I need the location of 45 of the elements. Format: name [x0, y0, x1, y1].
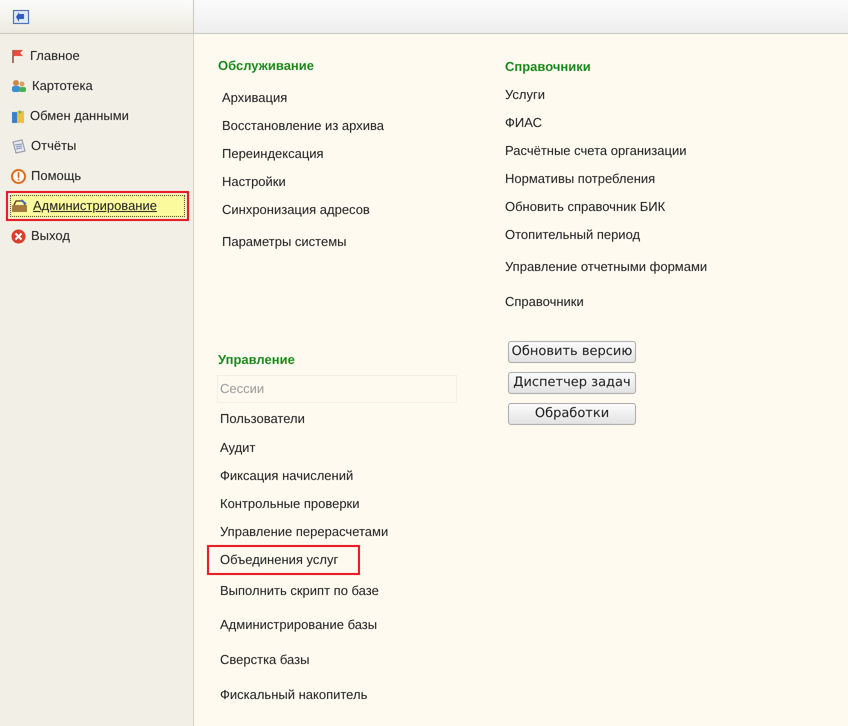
menu-link[interactable]: Фиксация начислений [220, 465, 354, 487]
sidebar-item[interactable]: Выход [9, 224, 186, 248]
menu-link[interactable]: Управление перерасчетами [220, 521, 388, 543]
section-title: Обслуживание [218, 57, 316, 75]
menu-link[interactable]: Выполнить скрипт по базе [220, 580, 379, 602]
info-icon [11, 168, 26, 184]
back-icon[interactable] [13, 10, 29, 24]
action-button[interactable]: Обработки [508, 403, 636, 425]
menu-link[interactable]: Пользователи [220, 408, 305, 430]
sidebar-item[interactable]: Обмен данными [9, 104, 186, 128]
menu-link[interactable]: Нормативы потребления [505, 168, 656, 190]
sidebar-item[interactable]: Отчёты [9, 134, 186, 158]
action-button[interactable]: Обновить версию [508, 341, 636, 363]
menu-link[interactable]: Справочники [505, 291, 584, 313]
menu-link[interactable]: Аудит [220, 437, 256, 459]
section-title: Справочники [505, 58, 592, 76]
menu-link[interactable]: Управление отчетными формами [505, 256, 708, 278]
menu-link[interactable]: Фискальный накопитель [220, 684, 368, 706]
menu-link[interactable]: Расчётные счета организации [505, 140, 686, 162]
menu-link[interactable]: Восстановление из архива [222, 115, 384, 137]
menu-link[interactable]: Отопительный период [505, 224, 640, 246]
flag-icon [11, 49, 25, 63]
menu-link[interactable]: ФИАС [505, 112, 542, 134]
menu-link[interactable]: Архивация [222, 87, 288, 109]
menu-link[interactable]: Контрольные проверки [220, 493, 360, 515]
menu-link[interactable]: Переиндексация [222, 143, 324, 165]
toolbox-icon [11, 199, 28, 213]
report-icon [11, 138, 26, 154]
menu-link[interactable]: Настройки [222, 171, 286, 193]
menu-link[interactable]: Администрирование базы [220, 614, 378, 636]
menu-link[interactable]: Сверстка базы [220, 648, 310, 670]
people-icon [11, 79, 27, 93]
sidebar-item[interactable]: Администрирование [9, 194, 186, 218]
action-button[interactable]: Диспетчер задач [508, 372, 636, 394]
close-icon [11, 228, 26, 244]
sidebar-item[interactable]: Помощь [9, 164, 186, 188]
sidebar-item[interactable]: Главное [9, 44, 186, 68]
menu-link[interactable]: Услуги [505, 84, 545, 106]
menu-link[interactable]: Синхронизация адресов [222, 199, 370, 221]
menu-link[interactable]: Обновить справочник БИК [505, 196, 666, 218]
sidebar-item[interactable]: Картотека [9, 74, 186, 98]
files-icon [11, 108, 25, 124]
menu-link[interactable]: Объединения услуг [207, 545, 360, 575]
section-title: Управление [218, 351, 296, 369]
menu-link[interactable]: Параметры системы [222, 231, 346, 253]
